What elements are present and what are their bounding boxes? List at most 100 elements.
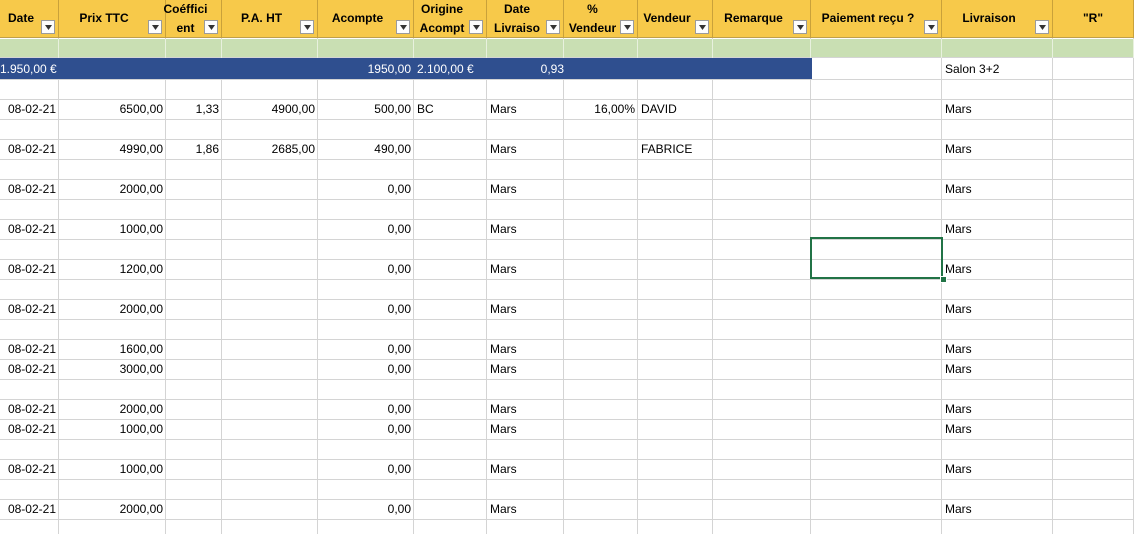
cell-vendeur[interactable]: DAVID	[641, 99, 710, 119]
summary-cell-acompte[interactable]: 1950,00	[321, 59, 411, 79]
header-vendeur[interactable]: Vendeur	[638, 0, 713, 38]
cell-date[interactable]: 08-02-21	[3, 419, 56, 439]
header-coefficient[interactable]: Coéffici ent	[164, 0, 222, 38]
cell-date[interactable]: 08-02-21	[3, 179, 56, 199]
cell-date_livraison[interactable]: Mars	[490, 179, 561, 199]
filter-dropdown-icon[interactable]	[41, 20, 55, 34]
cell-prix_ttc[interactable]: 1000,00	[62, 459, 163, 479]
filter-band-cell[interactable]	[487, 39, 564, 58]
cell-acompte[interactable]: 0,00	[321, 459, 411, 479]
filter-dropdown-icon[interactable]	[620, 20, 634, 34]
cell-prix_ttc[interactable]: 2000,00	[62, 499, 163, 519]
cell-livraison[interactable]: Mars	[945, 139, 1050, 159]
cell-acompte[interactable]: 0,00	[321, 299, 411, 319]
header-remarque[interactable]: Remarque	[713, 0, 811, 38]
summary-cell-origine[interactable]: 2.100,00 €	[417, 59, 484, 79]
cell-date_livraison[interactable]: Mars	[490, 259, 561, 279]
header-date[interactable]: Date	[0, 0, 59, 38]
filter-dropdown-icon[interactable]	[1035, 20, 1049, 34]
cell-acompte[interactable]: 0,00	[321, 359, 411, 379]
summary-cell-date[interactable]: 1.950,00 €	[0, 59, 57, 79]
header-livraison[interactable]: Livraison	[942, 0, 1053, 38]
filter-dropdown-icon[interactable]	[695, 20, 709, 34]
cell-acompte[interactable]: 0,00	[321, 499, 411, 519]
filter-dropdown-icon[interactable]	[546, 20, 560, 34]
cell-livraison[interactable]: Mars	[945, 299, 1050, 319]
cell-coefficient[interactable]: 1,33	[169, 99, 219, 119]
cell-date_livraison[interactable]: Mars	[490, 499, 561, 519]
cell-acompte[interactable]: 500,00	[321, 99, 411, 119]
cell-origine[interactable]: BC	[417, 99, 484, 119]
filter-dropdown-icon[interactable]	[793, 20, 807, 34]
cell-livraison[interactable]: Mars	[945, 399, 1050, 419]
cell-date[interactable]: 08-02-21	[3, 99, 56, 119]
cell-date[interactable]: 08-02-21	[3, 139, 56, 159]
filter-dropdown-icon[interactable]	[204, 20, 218, 34]
cell-vendeur[interactable]: FABRICE	[641, 139, 710, 159]
cell-acompte[interactable]: 490,00	[321, 139, 411, 159]
cell-date_livraison[interactable]: Mars	[490, 339, 561, 359]
filter-band-cell[interactable]	[564, 39, 638, 58]
header-acompte[interactable]: Acompte	[318, 0, 414, 38]
filter-band-cell[interactable]	[0, 39, 59, 58]
filter-dropdown-icon[interactable]	[469, 20, 483, 34]
cell-prix_ttc[interactable]: 2000,00	[62, 399, 163, 419]
cell-prix_ttc[interactable]: 1000,00	[62, 219, 163, 239]
filter-band-cell[interactable]	[59, 39, 166, 58]
cell-prix_ttc[interactable]: 1200,00	[62, 259, 163, 279]
cell-pct_vendeur[interactable]: 16,00%	[567, 99, 635, 119]
cell-date_livraison[interactable]: Mars	[490, 419, 561, 439]
filter-band-cell[interactable]	[942, 39, 1053, 58]
cell-livraison[interactable]: Mars	[945, 179, 1050, 199]
cell-livraison[interactable]: Mars	[945, 99, 1050, 119]
fill-handle[interactable]	[940, 276, 947, 283]
cell-prix_ttc[interactable]: 3000,00	[62, 359, 163, 379]
selected-cell[interactable]	[810, 237, 943, 279]
cell-livraison[interactable]: Mars	[945, 359, 1050, 379]
cell-prix_ttc[interactable]: 4990,00	[62, 139, 163, 159]
filter-dropdown-icon[interactable]	[148, 20, 162, 34]
cell-prix_ttc[interactable]: 2000,00	[62, 299, 163, 319]
cell-acompte[interactable]: 0,00	[321, 419, 411, 439]
filter-band-cell[interactable]	[713, 39, 811, 58]
cell-date[interactable]: 08-02-21	[3, 459, 56, 479]
filter-band-cell[interactable]	[166, 39, 222, 58]
filter-band-cell[interactable]	[318, 39, 414, 58]
cell-acompte[interactable]: 0,00	[321, 259, 411, 279]
cell-pa_ht[interactable]: 4900,00	[225, 99, 315, 119]
filter-band-cell[interactable]	[1053, 39, 1134, 58]
cell-livraison[interactable]: Mars	[945, 419, 1050, 439]
cell-acompte[interactable]: 0,00	[321, 179, 411, 199]
cell-acompte[interactable]: 0,00	[321, 399, 411, 419]
header-paiement[interactable]: Paiement reçu ?	[811, 0, 942, 38]
header-r[interactable]: "R"	[1053, 0, 1134, 38]
cell-prix_ttc[interactable]: 1000,00	[62, 419, 163, 439]
cell-date_livraison[interactable]: Mars	[490, 219, 561, 239]
cell-date_livraison[interactable]: Mars	[490, 299, 561, 319]
cell-date[interactable]: 08-02-21	[3, 399, 56, 419]
filter-dropdown-icon[interactable]	[924, 20, 938, 34]
filter-band-cell[interactable]	[811, 39, 942, 58]
cell-date_livraison[interactable]: Mars	[490, 99, 561, 119]
cell-date_livraison[interactable]: Mars	[490, 359, 561, 379]
cell-livraison[interactable]: Mars	[945, 499, 1050, 519]
cell-livraison[interactable]: Mars	[945, 459, 1050, 479]
cell-acompte[interactable]: 0,00	[321, 339, 411, 359]
cell-date[interactable]: 08-02-21	[3, 299, 56, 319]
filter-dropdown-icon[interactable]	[396, 20, 410, 34]
cell-date[interactable]: 08-02-21	[3, 259, 56, 279]
cell-date[interactable]: 08-02-21	[3, 499, 56, 519]
cell-pa_ht[interactable]: 2685,00	[225, 139, 315, 159]
cell-coefficient[interactable]: 1,86	[169, 139, 219, 159]
filter-band-cell[interactable]	[414, 39, 487, 58]
header-origine[interactable]: Origine Acompt	[414, 0, 487, 38]
cell-prix_ttc[interactable]: 6500,00	[62, 99, 163, 119]
filter-band-cell[interactable]	[222, 39, 318, 58]
header-pa_ht[interactable]: P.A. HT	[222, 0, 318, 38]
header-prix_ttc[interactable]: Prix TTC	[59, 0, 166, 38]
cell-date[interactable]: 08-02-21	[3, 359, 56, 379]
cell-date_livraison[interactable]: Mars	[490, 139, 561, 159]
filter-dropdown-icon[interactable]	[300, 20, 314, 34]
cell-acompte[interactable]: 0,00	[321, 219, 411, 239]
header-pct_vendeur[interactable]: % Vendeur	[564, 0, 638, 38]
